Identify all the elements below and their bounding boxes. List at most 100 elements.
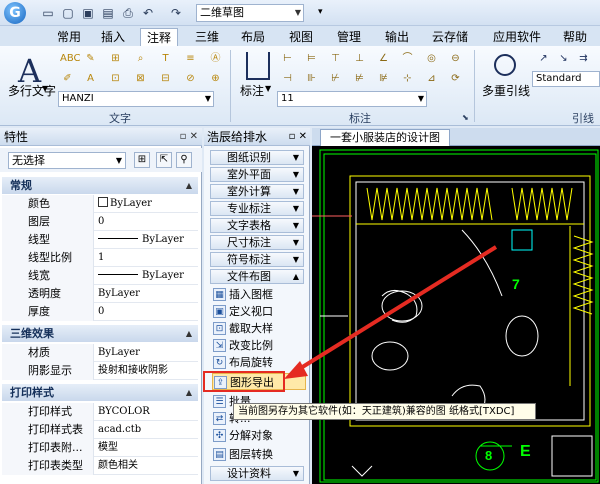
category-drawing-recognition[interactable]: 图纸识别 ▼ — [210, 150, 304, 165]
dim-break-icon[interactable]: ⊬ — [328, 72, 343, 86]
text-style-select[interactable]: HANZI ▼ — [58, 91, 214, 107]
tab-apps[interactable]: 应用软件 — [488, 28, 546, 46]
prop-value[interactable]: 0 — [96, 213, 196, 231]
text-cursor-icon[interactable]: T — [158, 52, 173, 66]
spell-check-icon[interactable]: ABC — [60, 52, 81, 66]
dim-style-select[interactable]: 11 ▼ — [277, 91, 427, 107]
dialog-launcher-icon[interactable]: ⬊ — [462, 113, 469, 122]
text-split-icon[interactable]: ⊟ — [158, 72, 173, 86]
dim-continue-icon[interactable]: ⊥ — [352, 52, 367, 66]
dim-quick-icon[interactable]: ⊪ — [304, 72, 319, 86]
text-frame-icon[interactable]: ⊡ — [108, 72, 123, 86]
tab-help[interactable]: 帮助 — [558, 28, 592, 46]
prop-value-cell[interactable]: ByLayer — [96, 231, 196, 249]
dim-linear-icon[interactable]: ⊢ — [280, 52, 295, 66]
multileader-icon[interactable] — [494, 54, 516, 76]
dim-radius-icon[interactable]: ◎ — [424, 52, 439, 66]
drawing-tab[interactable]: 一套小服装店的设计图 — [320, 129, 450, 146]
category-outdoor-plan[interactable]: 室外平面 ▼ — [210, 167, 304, 182]
tool-insert-frame[interactable]: ▦ 插入图框 — [212, 286, 306, 303]
category-dimension[interactable]: 尺寸标注 ▼ — [210, 235, 304, 250]
dim-aligned-icon[interactable]: ⊨ — [304, 52, 319, 66]
tool-layer-convert[interactable]: ▤ 图层转换 — [212, 446, 306, 463]
category-symbol[interactable]: 符号标注 ▼ — [210, 252, 304, 267]
category-pro-annotation[interactable]: 专业标注 ▼ — [210, 201, 304, 216]
dim-space-icon[interactable]: ⊭ — [352, 72, 367, 86]
tool-explode[interactable]: ✣ 分解对象 — [212, 427, 306, 444]
text-edit-icon[interactable]: ✎ — [83, 52, 98, 66]
tab-annotate[interactable]: 注释 — [140, 28, 178, 46]
text-scale-icon[interactable]: ⊘ — [183, 72, 198, 86]
drawing-mode-select[interactable]: 二维草图 ▼ — [196, 4, 304, 22]
dimension-button[interactable]: 标注 — [240, 82, 264, 99]
open-file-icon[interactable]: ▢ — [60, 5, 76, 21]
tab-common[interactable]: 常用 — [52, 28, 86, 46]
single-text-icon[interactable]: A — [83, 72, 98, 86]
tool-change-scale[interactable]: ⇲ 改变比例 — [212, 337, 306, 354]
prop-value[interactable]: ByLayer — [96, 285, 196, 303]
prop-value[interactable]: 投射和接收阴影 — [96, 362, 196, 380]
section-general[interactable]: 常规 ▲ — [2, 177, 198, 194]
text-highlight-icon[interactable]: ✐ — [60, 72, 75, 86]
prop-value[interactable]: ByLayer — [96, 344, 196, 362]
redo-icon[interactable]: ↷ — [168, 5, 184, 21]
save-icon[interactable]: ▣ — [80, 5, 96, 21]
tab-3d[interactable]: 三维 — [190, 28, 224, 46]
undo-icon[interactable]: ↶ — [140, 5, 156, 21]
new-file-icon[interactable]: ▭ — [40, 5, 56, 21]
dim-tolerance-icon[interactable]: ⊯ — [376, 72, 391, 86]
tab-insert[interactable]: 插入 — [96, 28, 130, 46]
dim-update-icon[interactable]: ⟳ — [448, 72, 463, 86]
quick-select-icon[interactable]: ⚲ — [176, 152, 192, 168]
prop-value[interactable]: 模型 — [96, 439, 196, 457]
prop-value[interactable]: 0 — [96, 303, 196, 321]
prop-row-plottable[interactable]: 打印样式表 acad.ctb — [2, 421, 198, 439]
dim-arc-icon[interactable]: ⌒ — [400, 52, 415, 66]
print-icon[interactable]: ⎙ — [120, 5, 136, 21]
category-file-layout[interactable]: 文件布图 ▲ — [210, 269, 304, 284]
prop-value[interactable]: 1 — [96, 249, 196, 267]
prop-row-material[interactable]: 材质 ByLayer — [2, 344, 198, 362]
dimension-icon[interactable] — [246, 52, 270, 80]
multileader-button[interactable]: 多重引线 — [482, 82, 530, 99]
customize-toolbar-icon[interactable]: ▾ — [318, 7, 323, 17]
dim-ordinate-icon[interactable]: ⊣ — [280, 72, 295, 86]
app-logo[interactable]: G — [4, 2, 26, 24]
dim-angular-icon[interactable]: ∠ — [376, 52, 391, 66]
prop-row-plottype[interactable]: 打印表类型 颜色相关 — [2, 457, 198, 475]
section-3d-effects[interactable]: 三维效果 ▲ — [2, 325, 198, 342]
panel-controls-icon[interactable]: ▫ ✕ — [289, 128, 307, 146]
prop-row-lineweight[interactable]: 线宽 ByLayer — [2, 267, 198, 285]
selection-select[interactable]: 无选择 ▼ — [8, 152, 126, 169]
prop-row-plotstyle[interactable]: 打印样式 BYCOLOR — [2, 403, 198, 421]
dim-diameter-icon[interactable]: ⊖ — [448, 52, 463, 66]
text-format-icon[interactable]: Ⓐ — [208, 52, 223, 66]
tab-cloud[interactable]: 云存储 — [428, 28, 472, 46]
tool-layout-rotate[interactable]: ↻ 布局旋转 — [212, 354, 306, 371]
select-objects-icon[interactable]: ⇱ — [156, 152, 172, 168]
add-leader-icon[interactable]: ↗ — [536, 52, 551, 66]
mtext-button[interactable]: 多行文字 — [8, 82, 56, 99]
tab-layout[interactable]: 布局 — [236, 28, 270, 46]
prop-value[interactable]: acad.ctb — [96, 421, 196, 439]
prop-row-color[interactable]: 颜色 ByLayer — [2, 195, 198, 213]
text-style-icon[interactable]: ⊞ — [108, 52, 123, 66]
tool-crop-detail[interactable]: ⊡ 截取大样 — [212, 320, 306, 337]
remove-leader-icon[interactable]: ↘ — [556, 52, 571, 66]
toggle-pickadd-icon[interactable]: ⊞ — [134, 152, 150, 168]
find-text-icon[interactable]: ⌕ — [133, 52, 148, 66]
prop-value[interactable]: 颜色相关 — [96, 457, 196, 475]
tool-define-viewport[interactable]: ▣ 定义视口 — [212, 303, 306, 320]
prop-value[interactable]: BYCOLOR — [96, 403, 196, 421]
category-outdoor-calc[interactable]: 室外计算 ▼ — [210, 184, 304, 199]
prop-row-plotattach[interactable]: 打印表附... 模型 — [2, 439, 198, 457]
text-merge-icon[interactable]: ⊠ — [133, 72, 148, 86]
dim-inspect-icon[interactable]: ⊿ — [424, 72, 439, 86]
section-plot-style[interactable]: 打印样式 ▲ — [2, 384, 198, 401]
prop-row-layer[interactable]: 图层 0 — [2, 213, 198, 231]
align-leader-icon[interactable]: ⇉ — [576, 52, 591, 66]
dim-center-icon[interactable]: ⊹ — [400, 72, 415, 86]
panel-controls-icon[interactable]: ▫ ✕ — [180, 128, 198, 146]
prop-row-ltscale[interactable]: 线型比例 1 — [2, 249, 198, 267]
tab-output[interactable]: 输出 — [380, 28, 414, 46]
